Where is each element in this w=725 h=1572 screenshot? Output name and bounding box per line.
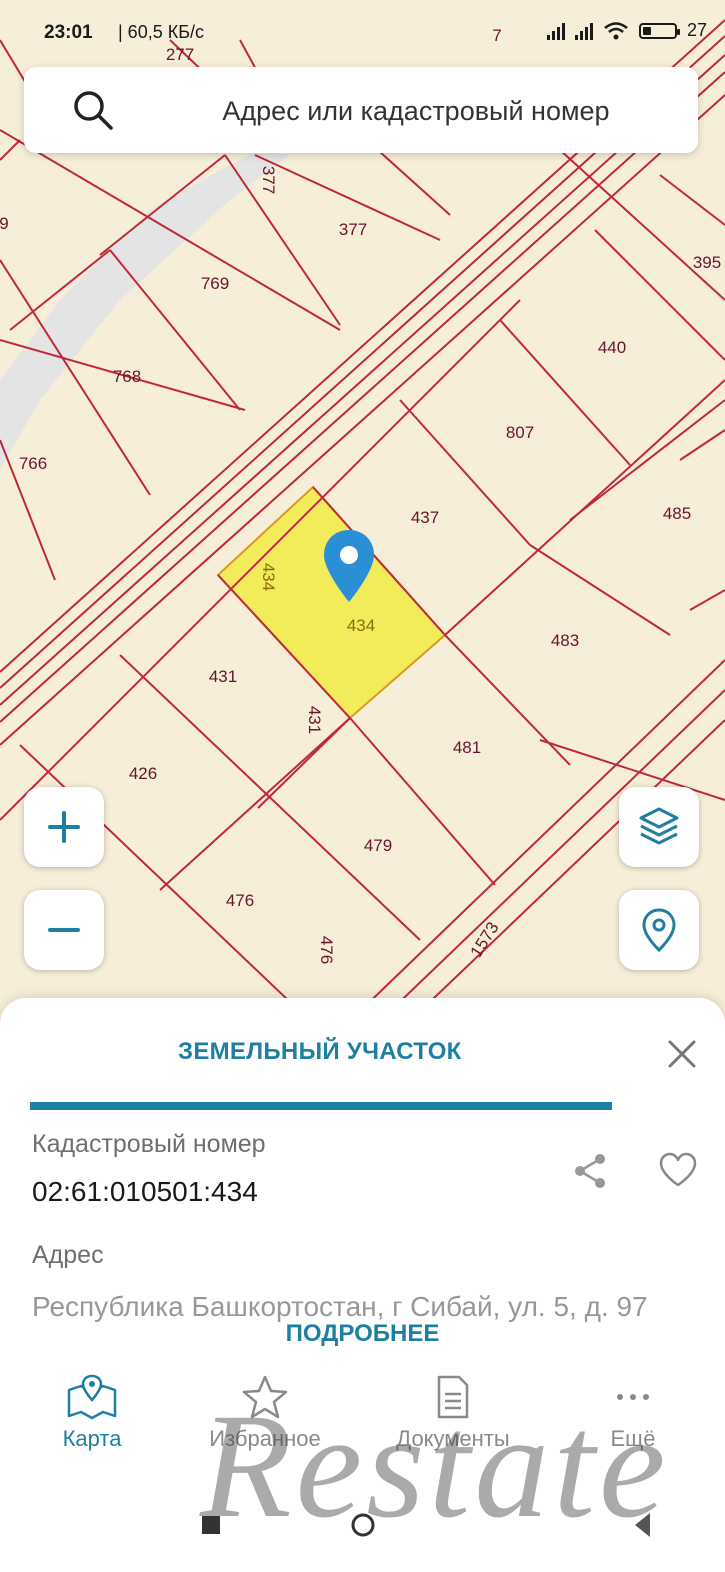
my-location-button[interactable] — [619, 890, 699, 970]
signal-icon — [546, 22, 565, 40]
plot-label: 769 — [200, 274, 230, 293]
plot-label-selected: 434 — [259, 562, 278, 592]
search-icon[interactable] — [72, 89, 114, 131]
plot-label: 485 — [662, 504, 692, 523]
nav-item-map[interactable]: Карта — [22, 1374, 162, 1452]
search-bar[interactable] — [24, 67, 698, 153]
status-time: 23:01 — [44, 22, 93, 43]
battery-percent: 27 — [686, 20, 707, 40]
plot-label: 807 — [505, 423, 535, 442]
plot-label: 476 — [225, 891, 255, 910]
plot-label: 9 — [0, 214, 9, 233]
zoom-out-button[interactable] — [24, 890, 104, 970]
plot-label: 479 — [363, 836, 393, 855]
more-details-button[interactable]: ПОДРОБНЕЕ — [0, 1320, 725, 1348]
share-icon[interactable] — [572, 1152, 608, 1190]
address-label: Адрес — [32, 1241, 104, 1269]
map-icon — [67, 1374, 117, 1420]
location-marker-icon — [642, 908, 676, 953]
layers-icon — [639, 807, 679, 845]
plot-label: 483 — [550, 631, 580, 650]
nav-label: Избранное — [209, 1426, 321, 1451]
plus-icon — [48, 811, 80, 843]
nav-item-documents[interactable]: Документы — [383, 1374, 523, 1452]
parcel-info-sheet: ЗЕМЕЛЬНЫЙ УЧАСТОК Кадастровый номер 02:6… — [0, 998, 725, 1572]
plot-label: 440 — [597, 338, 627, 357]
nav-item-favorites[interactable]: Избранное — [195, 1374, 335, 1452]
sheet-divider-bar — [30, 1102, 612, 1110]
status-bar: 23:01 | 60,5 КБ/с 27 — [0, 0, 725, 60]
heart-icon[interactable] — [658, 1152, 698, 1188]
status-network-speed: | 60,5 КБ/с — [118, 22, 205, 42]
close-icon[interactable] — [662, 1034, 702, 1074]
plot-label: 377 — [259, 165, 278, 195]
battery-icon — [638, 22, 680, 39]
nav-label: Ещё — [610, 1426, 656, 1451]
more-icon — [617, 1394, 649, 1400]
plot-label: 437 — [410, 508, 440, 527]
nav-label: Документы — [396, 1426, 510, 1451]
home-icon[interactable] — [350, 1512, 376, 1538]
wifi-icon — [604, 21, 628, 39]
minus-icon — [48, 928, 80, 932]
plot-label: 476 — [317, 935, 336, 965]
search-input[interactable] — [154, 87, 678, 135]
star-icon — [242, 1375, 288, 1419]
cadastral-number-value[interactable]: 02:61:010501:434 — [32, 1176, 258, 1208]
layers-button[interactable] — [619, 787, 699, 867]
location-pin-icon[interactable] — [322, 528, 376, 604]
plot-label: 377 — [338, 220, 368, 239]
plot-label: 431 — [208, 667, 238, 686]
plot-label: 481 — [452, 738, 482, 757]
back-icon[interactable] — [630, 1510, 656, 1540]
plot-label: 766 — [18, 454, 48, 473]
system-navigation-bar — [0, 1498, 725, 1572]
sheet-title: ЗЕМЕЛЬНЫЙ УЧАСТОК — [178, 1038, 462, 1065]
nav-item-more[interactable]: Ещё — [563, 1374, 703, 1452]
cadastral-number-label: Кадастровый номер — [32, 1130, 266, 1158]
plot-label: 768 — [112, 367, 142, 386]
document-icon — [437, 1375, 469, 1419]
plot-label: 431 — [305, 705, 324, 735]
plot-label: 395 — [692, 253, 722, 272]
recent-apps-icon[interactable] — [200, 1514, 222, 1536]
signal-icon — [574, 22, 593, 40]
zoom-in-button[interactable] — [24, 787, 104, 867]
bottom-navigation: Карта Избранное Документы Ещё — [0, 1374, 725, 1474]
parcel-lines — [0, 0, 725, 1040]
address-value: Республика Башкортостан, г Сибай, ул. 5,… — [32, 1291, 648, 1322]
plot-label: 426 — [128, 764, 158, 783]
plot-label-selected: 434 — [346, 616, 376, 635]
map-canvas[interactable]: 277 377 377 769 768 766 395 440 807 437 … — [0, 0, 725, 1040]
nav-label: Карта — [62, 1426, 122, 1451]
